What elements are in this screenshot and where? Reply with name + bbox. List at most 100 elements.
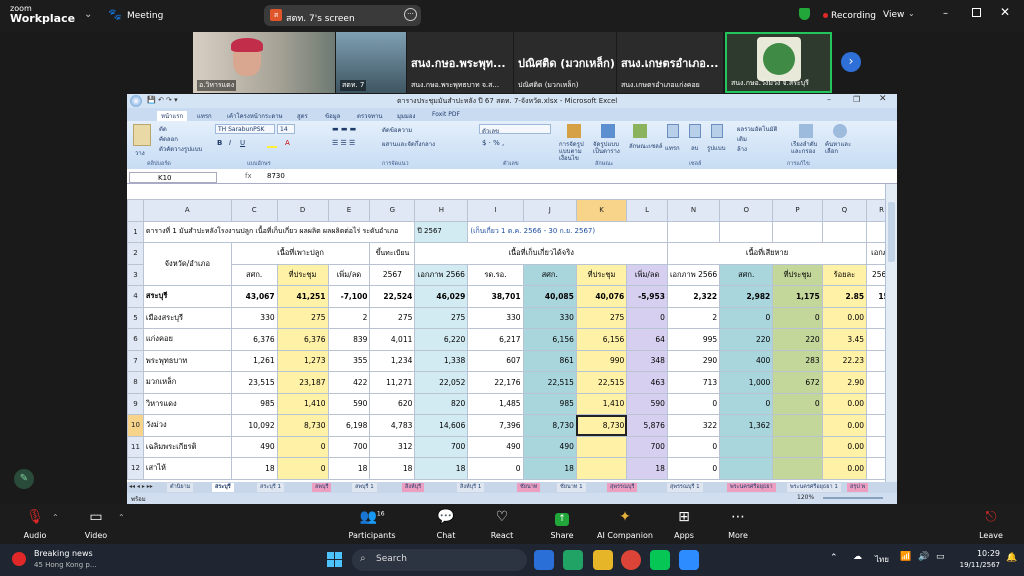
data-cell[interactable]: 0.00	[821, 435, 868, 458]
sheet-tab[interactable]: สระบุรี	[212, 483, 234, 492]
sheet-tab[interactable]: ลพบุรี 1	[352, 483, 377, 492]
data-cell[interactable]: 995	[666, 328, 721, 351]
data-cell[interactable]: 861	[522, 349, 577, 372]
header-percent[interactable]: ร้อยละ	[821, 263, 868, 286]
tray-chevron-icon[interactable]: ⌃	[830, 553, 838, 563]
row-number[interactable]: 5	[127, 306, 144, 329]
table-year[interactable]: ปี 2567	[414, 220, 469, 243]
data-cell[interactable]: 1,000	[719, 371, 774, 394]
cell-styles-icon[interactable]	[633, 124, 647, 138]
corner-cell[interactable]	[127, 199, 144, 222]
data-cell[interactable]: 18	[414, 457, 469, 480]
font-color-icon[interactable]: A	[285, 139, 290, 147]
file-explorer-icon[interactable]	[593, 550, 613, 570]
data-cell[interactable]: 330	[230, 306, 278, 329]
data-cell[interactable]	[575, 457, 628, 480]
align-top-icon[interactable]: ▬ ▬ ▬	[332, 125, 356, 133]
data-cell[interactable]: 22,515	[522, 371, 577, 394]
data-cell[interactable]: 590	[626, 392, 668, 415]
data-cell[interactable]: 590	[327, 392, 371, 415]
sort-filter-label[interactable]: เรียงลำดับและกรอง	[791, 141, 821, 155]
search-box[interactable]: ⌕ Search	[352, 549, 527, 571]
data-cell[interactable]: 7,396	[467, 414, 524, 437]
data-cell[interactable]: 0	[666, 392, 721, 415]
data-cell[interactable]: 275	[575, 306, 628, 329]
minimize-icon[interactable]: –	[943, 8, 948, 19]
data-cell[interactable]: 985	[522, 392, 577, 415]
header-rdor[interactable]: รด.รอ.	[467, 263, 524, 286]
data-cell[interactable]: 6,220	[414, 328, 469, 351]
column-header[interactable]: G	[369, 199, 416, 222]
data-cell[interactable]: 2	[666, 306, 721, 329]
data-cell[interactable]: 22,524	[369, 285, 416, 308]
data-cell[interactable]: 5,876	[626, 414, 668, 437]
underline-icon[interactable]: U	[240, 139, 245, 147]
sheet-tab[interactable]: สุพรรณบุรี	[607, 483, 638, 492]
data-cell[interactable]: 6,217	[467, 328, 524, 351]
data-cell[interactable]: 330	[522, 306, 577, 329]
data-cell[interactable]: 700	[626, 435, 668, 458]
participant-tile-active[interactable]: สนง.กษอ.วังม่วง จ.สระบุรี	[725, 32, 832, 93]
row-number[interactable]: 10	[127, 414, 144, 437]
data-cell[interactable]: 607	[467, 349, 524, 372]
data-cell[interactable]: 40,085	[522, 285, 577, 308]
sheet-tab[interactable]: ตำนิยาม	[167, 483, 194, 492]
data-cell[interactable]: 0	[666, 435, 721, 458]
function-icon[interactable]: fx	[245, 172, 252, 180]
row-number[interactable]: 11	[127, 435, 144, 458]
row-number[interactable]: 1	[127, 220, 144, 243]
data-cell[interactable]: 275	[369, 306, 416, 329]
table-period[interactable]: (เก็บเกี่ยว 1 ต.ค. 2566 - 30 ก.ย. 2567)	[467, 220, 668, 243]
data-cell[interactable]: 1,410	[276, 392, 329, 415]
data-cell[interactable]: 0.00	[821, 306, 868, 329]
header-sakor[interactable]: สศก.	[230, 263, 278, 286]
sheet-nav-icon[interactable]: ◂◂ ◂ ▸ ▸▸	[129, 483, 153, 490]
video-button[interactable]: ▭ Video	[66, 504, 126, 540]
close-icon[interactable]: ✕	[1000, 5, 1010, 19]
data-cell[interactable]: 3.45	[821, 328, 868, 351]
data-cell[interactable]: 0.00	[821, 414, 868, 437]
insert-cells-label[interactable]: แทรก	[665, 143, 680, 153]
data-cell[interactable]: 2,322	[666, 285, 721, 308]
tab-home[interactable]: หน้าแรก	[157, 111, 188, 121]
chat-button[interactable]: 💬 Chat	[416, 504, 476, 540]
wrap-text-button[interactable]: ตัดข้อความ	[382, 125, 412, 135]
data-cell[interactable]: 355	[327, 349, 371, 372]
sheet-tab[interactable]: ชัยนาท 1	[557, 483, 586, 492]
paste-label[interactable]: วาง	[135, 148, 145, 158]
format-cells-icon[interactable]	[711, 124, 723, 138]
apps-button[interactable]: ⊞ Apps	[654, 504, 714, 540]
column-header[interactable]: I	[467, 199, 524, 222]
news-icon[interactable]	[12, 552, 26, 566]
data-cell[interactable]: 322	[666, 414, 721, 437]
data-cell[interactable]: 0	[719, 392, 774, 415]
district-cell[interactable]: มวกเหล็ก	[142, 371, 232, 394]
data-cell[interactable]: 11,271	[369, 371, 416, 394]
data-cell[interactable]: 400	[719, 349, 774, 372]
find-select-icon[interactable]	[833, 124, 847, 138]
cell-styles-label[interactable]: ลักษณะเซลล์	[629, 141, 663, 151]
sheet-tab[interactable]: ลพบุรี	[312, 483, 332, 492]
data-cell[interactable]: 6,376	[276, 328, 329, 351]
name-box[interactable]: K10	[129, 172, 217, 183]
ai-companion-button[interactable]: ✦ AI Companion	[595, 504, 655, 540]
data-cell[interactable]: 0.00	[821, 392, 868, 415]
data-cell[interactable]: 6,376	[230, 328, 278, 351]
data-cell[interactable]: 2,982	[719, 285, 774, 308]
data-cell[interactable]: 8,730	[522, 414, 577, 437]
tab-page-layout[interactable]: เค้าโครงหน้ากระดาษ	[227, 111, 283, 121]
data-cell[interactable]: 312	[369, 435, 416, 458]
data-cell[interactable]: 283	[772, 349, 823, 372]
data-cell[interactable]: 1,273	[276, 349, 329, 372]
header-official[interactable]: เอกภาพ 2566	[666, 263, 721, 286]
data-cell[interactable]: 2.90	[821, 371, 868, 394]
speaker-icon[interactable]: 🔊	[918, 552, 929, 562]
bold-icon[interactable]: B	[217, 139, 222, 147]
data-cell[interactable]: 1,362	[719, 414, 774, 437]
next-page-icon[interactable]: ›	[841, 52, 861, 72]
data-cell[interactable]: 2	[327, 306, 371, 329]
zoom-app-icon[interactable]	[679, 550, 699, 570]
row-number[interactable]: 8	[127, 371, 144, 394]
header-meeting[interactable]: ที่ประชุม	[772, 263, 823, 286]
data-cell[interactable]: 1,261	[230, 349, 278, 372]
